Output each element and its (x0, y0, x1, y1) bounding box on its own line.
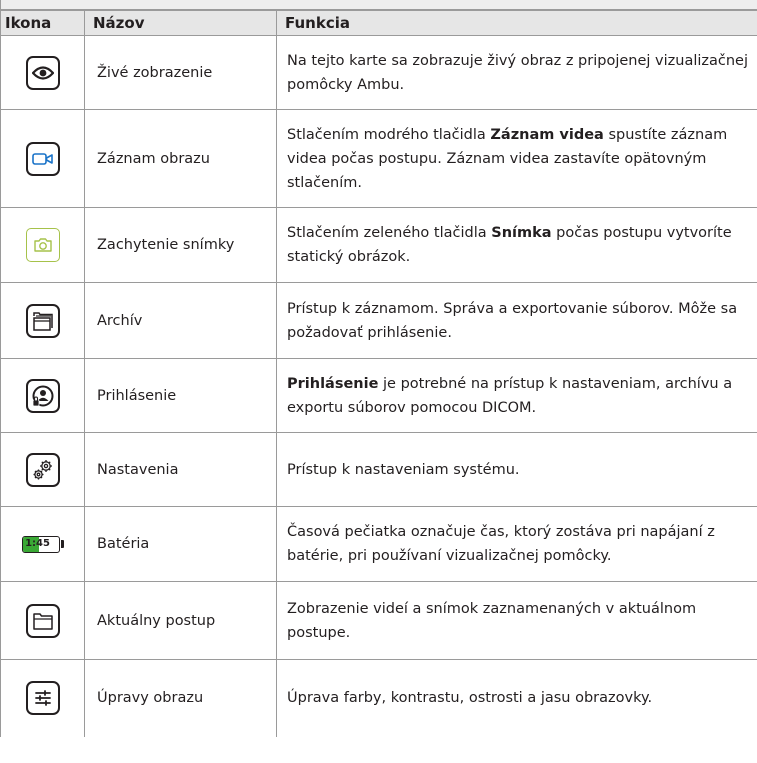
icon-cell (0, 207, 85, 283)
image-adjust-sliders-icon (25, 681, 60, 716)
login-user-icon (25, 378, 60, 413)
folder-icon (25, 603, 60, 638)
function-cell: Úprava farby, kontrastu, ostrosti a jasu… (276, 659, 757, 737)
name-cell: Prihlásenie (84, 358, 277, 433)
battery-icon: 1:45 (21, 535, 64, 553)
photo-camera-icon (25, 228, 60, 262)
settings-gears-icon (25, 452, 60, 487)
function-cell: Stlačením modrého tlačidla Záznam videa … (276, 109, 757, 208)
icon-cell (0, 282, 85, 359)
icon-cell (0, 659, 85, 737)
icon-cell: 1:45 (0, 506, 85, 582)
table-row: Nastavenia Prístup k nastaveniam systému… (0, 432, 757, 507)
battery-body: 1:45 (21, 535, 60, 553)
table-header-row: Ikona Názov Funkcia (0, 10, 757, 36)
function-cell: Prístup k nastaveniam systému. (276, 432, 757, 507)
table-row: Záznam obrazu Stlačením modrého tlačidla… (0, 109, 757, 208)
top-table-band (0, 0, 757, 10)
eye-icon (25, 55, 60, 90)
table-row: Úpravy obrazu Úprava farby, kontrastu, o… (0, 659, 757, 737)
name-cell: Živé zobrazenie (84, 35, 277, 110)
name-cell: Zachytenie snímky (84, 207, 277, 283)
icon-cell (0, 109, 85, 208)
function-cell: Prístup k záznamom. Správa a exportovani… (276, 282, 757, 359)
icon-function-table: Ikona Názov Funkcia Živé zobrazenie Na t… (0, 10, 757, 737)
table-row: Zachytenie snímky Stlačením zeleného tla… (0, 207, 757, 283)
function-cell: Prihlásenie je potrebné na prístup k nas… (276, 358, 757, 433)
icon-cell (0, 358, 85, 433)
name-cell: Záznam obrazu (84, 109, 277, 208)
name-cell: Batéria (84, 506, 277, 582)
table-row: Archív Prístup k záznamom. Správa a expo… (0, 282, 757, 359)
battery-time-label: 1:45 (25, 537, 50, 549)
header-name: Názov (84, 10, 277, 36)
header-icon: Ikona (0, 10, 85, 36)
icon-cell (0, 35, 85, 110)
icon-cell (0, 432, 85, 507)
video-camera-icon (25, 141, 60, 176)
name-cell: Archív (84, 282, 277, 359)
name-cell: Aktuálny postup (84, 581, 277, 660)
name-cell: Úpravy obrazu (84, 659, 277, 737)
header-function: Funkcia (276, 10, 757, 36)
function-cell: Časová pečiatka označuje čas, ktorý zost… (276, 506, 757, 582)
function-cell: Na tejto karte sa zobrazuje živý obraz z… (276, 35, 757, 110)
name-cell: Nastavenia (84, 432, 277, 507)
table-row: Živé zobrazenie Na tejto karte sa zobraz… (0, 35, 757, 110)
archive-icon (25, 303, 60, 338)
table-row: Prihlásenie Prihlásenie je potrebné na p… (0, 358, 757, 433)
table-row: Aktuálny postup Zobrazenie videí a snímo… (0, 581, 757, 660)
document-page: Ikona Názov Funkcia Živé zobrazenie Na t… (0, 0, 757, 763)
function-cell: Zobrazenie videí a snímok zaznamenaných … (276, 581, 757, 660)
table-row: 1:45 Batéria Časová pečiatka označuje ča… (0, 506, 757, 582)
battery-tip (60, 540, 64, 548)
function-cell: Stlačením zeleného tlačidla Snímka počas… (276, 207, 757, 283)
icon-cell (0, 581, 85, 660)
